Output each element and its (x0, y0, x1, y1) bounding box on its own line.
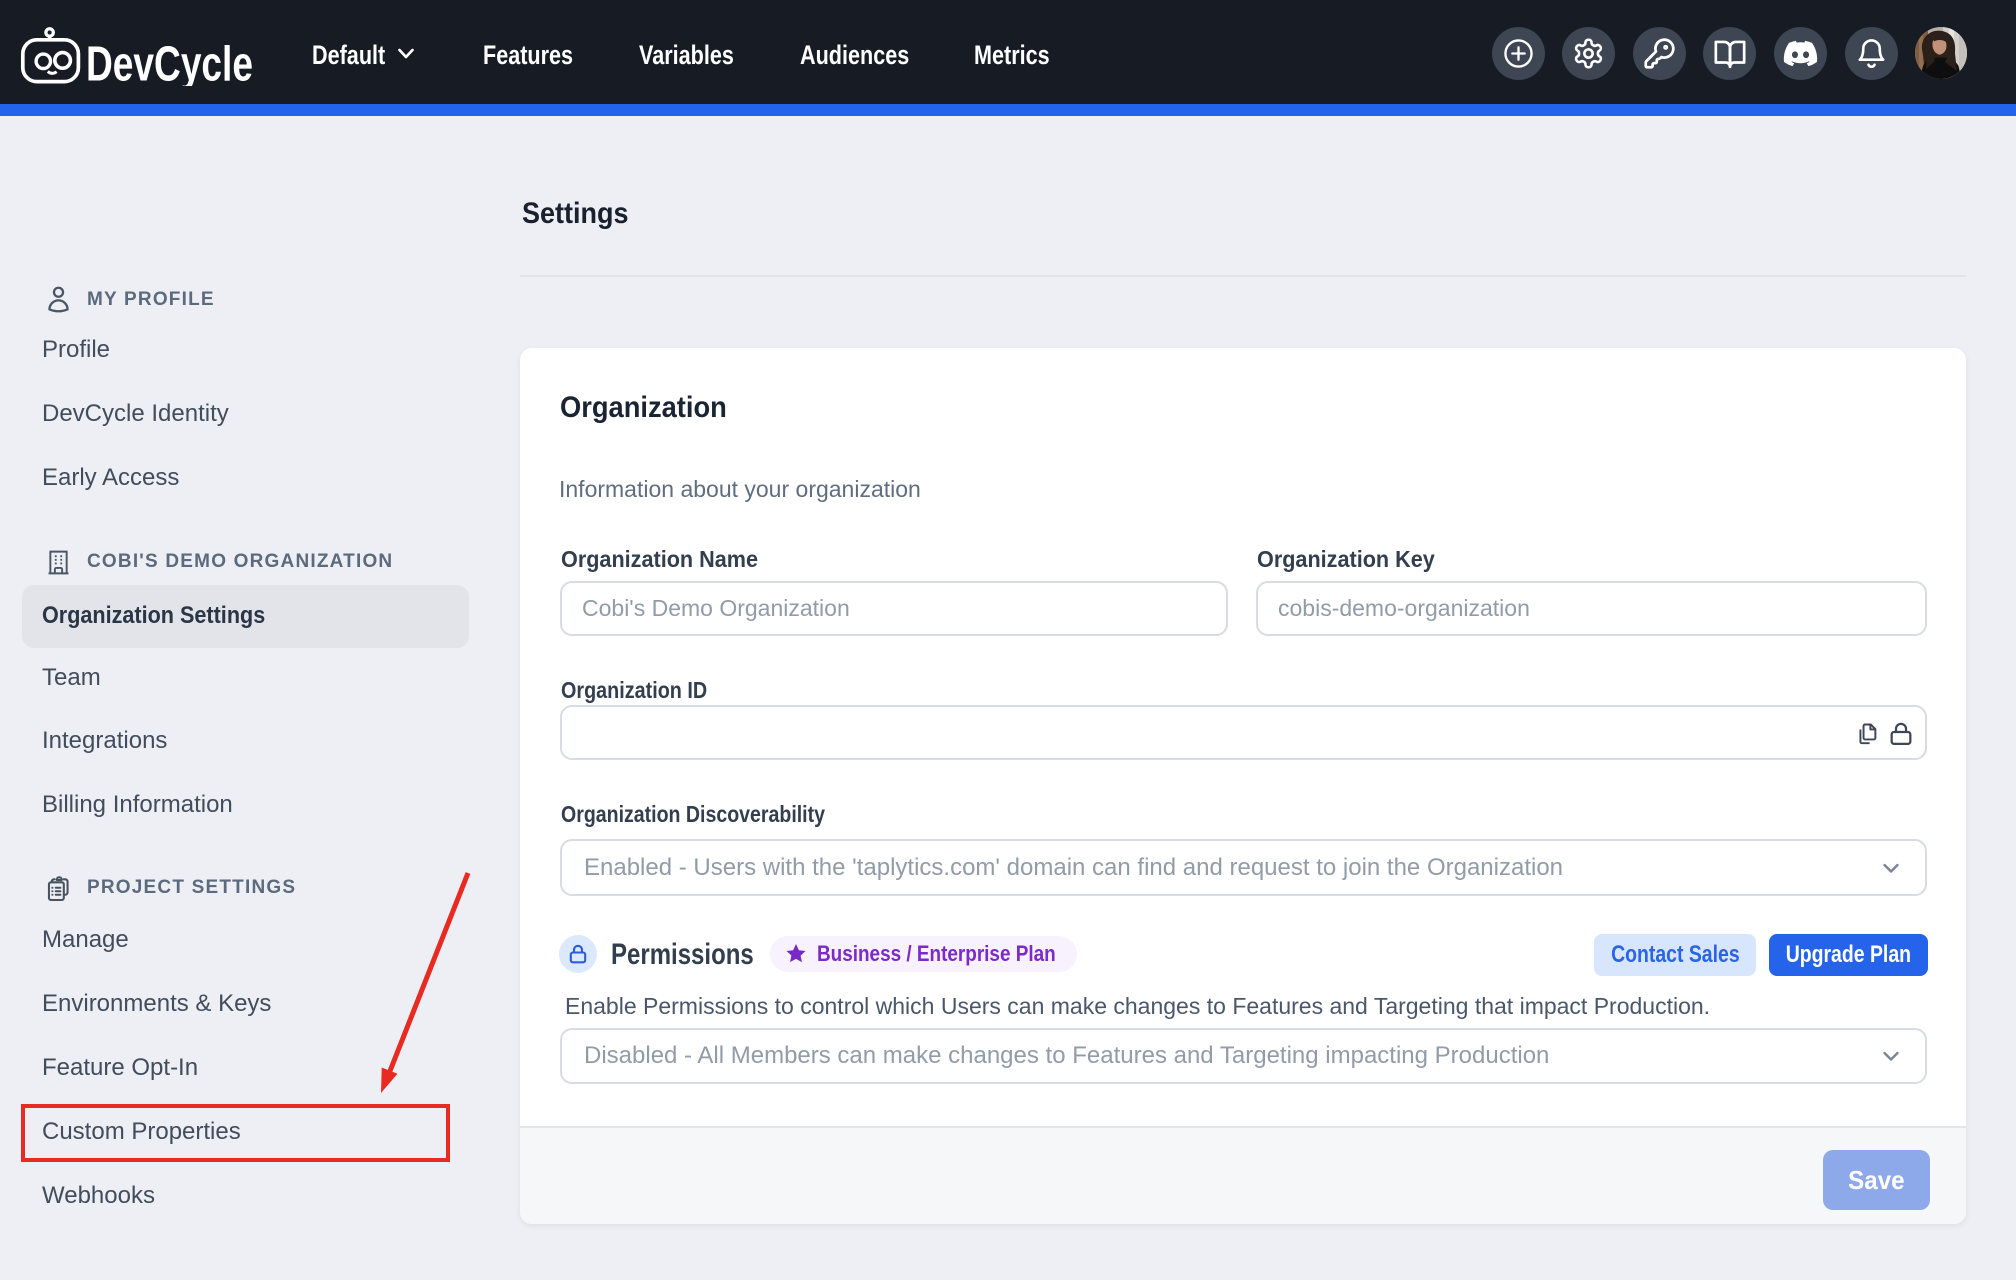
svg-text:DevCycle: DevCycle (86, 38, 253, 87)
